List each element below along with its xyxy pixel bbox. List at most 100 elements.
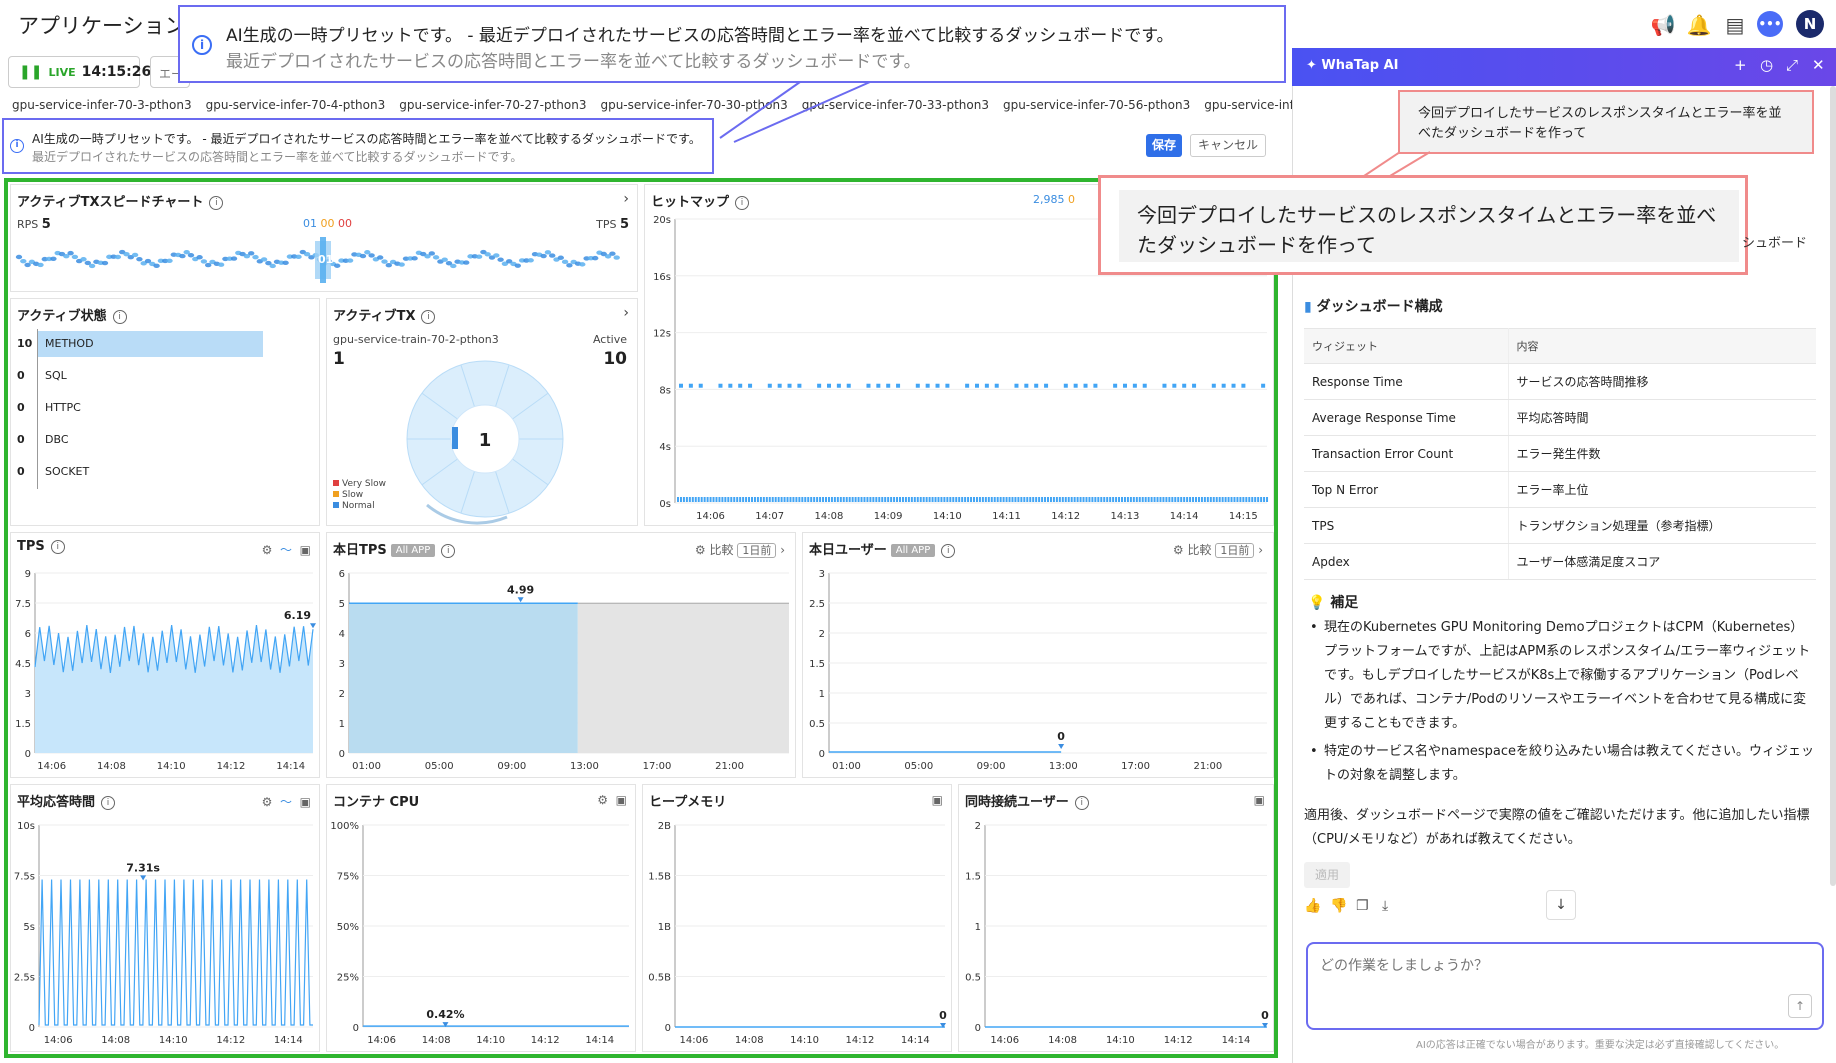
- dashboard-grid: アクティブTXスピードチャート i › RPS 5 TPS 5 01 00 00 …: [4, 178, 1278, 1058]
- send-icon[interactable]: ↑: [1788, 994, 1812, 1018]
- image-icon[interactable]: ▣: [300, 543, 311, 557]
- service-tag[interactable]: gpu-service-infer-70-27-pthon3: [399, 98, 586, 112]
- activetx-service-value: 1: [333, 349, 345, 369]
- chevron-right-icon[interactable]: ›: [623, 191, 629, 207]
- ai-scrollbar[interactable]: [1830, 86, 1836, 886]
- heatmap-cell: [792, 497, 795, 502]
- speed-dot: [368, 253, 375, 258]
- close-icon[interactable]: ✕: [1812, 56, 1825, 74]
- help-icon[interactable]: i: [441, 544, 456, 558]
- image-icon[interactable]: ▣: [932, 793, 943, 807]
- line-chart-icon[interactable]: 〜: [280, 543, 292, 557]
- thumbs-up-icon[interactable]: 👍: [1304, 898, 1321, 914]
- help-icon[interactable]: i: [50, 540, 65, 554]
- ai-panel-header: ✦ WhaTap AI + ◷ ⤢ ✕: [1292, 48, 1836, 86]
- heatmap-cell: [1008, 497, 1011, 502]
- y-tick-label: 2B: [658, 821, 671, 832]
- y-tick-label: 1: [339, 719, 345, 730]
- live-toggle[interactable]: ❚❚ LIVE 14:15:26: [8, 56, 151, 88]
- active-state-row[interactable]: 0 SOCKET: [11, 457, 321, 489]
- heatmap-cell: [1085, 497, 1088, 502]
- line-chart-icon[interactable]: 〜: [280, 795, 292, 809]
- bell-icon[interactable]: 🔔: [1686, 12, 1712, 38]
- active-state-row[interactable]: 0 HTTPC: [11, 393, 321, 425]
- avg-response-peak-label: 7.31s: [126, 861, 160, 874]
- avatar[interactable]: N: [1796, 10, 1824, 38]
- period-select[interactable]: 1日前: [1215, 543, 1255, 558]
- gear-icon[interactable]: ⚙: [262, 795, 273, 809]
- heatmap-cell: [1052, 497, 1055, 502]
- save-button[interactable]: 保存: [1146, 134, 1182, 157]
- document-icon[interactable]: ▤: [1722, 12, 1748, 38]
- speed-dot: [463, 260, 470, 265]
- heatmap-cell: [1020, 497, 1023, 502]
- image-icon[interactable]: ▣: [1254, 793, 1265, 807]
- chevron-right-icon[interactable]: ›: [623, 305, 629, 321]
- help-icon[interactable]: i: [941, 544, 956, 558]
- image-icon[interactable]: ▣: [616, 793, 627, 807]
- x-tick-label: 14:12: [216, 1035, 245, 1046]
- heatmap-cell: [742, 497, 745, 502]
- apply-button[interactable]: 適用: [1304, 862, 1350, 888]
- help-icon[interactable]: i: [735, 196, 750, 210]
- help-icon[interactable]: i: [421, 310, 436, 324]
- speed-dot: [493, 253, 500, 258]
- chevron-right-icon[interactable]: ›: [1258, 543, 1263, 557]
- heatmap-cell: [1038, 497, 1041, 502]
- heatmap-cell: [822, 497, 825, 502]
- widget-active-tx: アクティブTX i › gpu-service-train-70-2-pthon3…: [326, 298, 638, 526]
- y-tick-label: 4: [339, 629, 345, 640]
- help-icon[interactable]: i: [101, 796, 116, 810]
- heatmap-cell: [1168, 497, 1171, 502]
- chat-input[interactable]: [1320, 958, 1800, 974]
- y-tick-label: 10s: [17, 821, 35, 832]
- help-icon[interactable]: i: [1074, 796, 1089, 810]
- help-icon[interactable]: i: [112, 310, 127, 324]
- heatmap-cell: [1215, 497, 1218, 502]
- heatmap-cell: [721, 497, 724, 502]
- active-state-row[interactable]: 0 DBC: [11, 425, 321, 457]
- thumbs-down-icon[interactable]: 👎: [1330, 898, 1347, 914]
- tps-last-label: 6.19: [284, 609, 311, 622]
- service-tag[interactable]: gpu-service-infer-70-56-pthon3: [1003, 98, 1190, 112]
- chevron-right-icon[interactable]: ›: [780, 543, 785, 557]
- heatmap-cell: [1026, 497, 1029, 502]
- speed-dot: [269, 263, 276, 269]
- live-label: LIVE: [48, 65, 76, 79]
- gear-icon[interactable]: ⚙: [695, 543, 706, 557]
- gear-icon[interactable]: ⚙: [1173, 543, 1184, 557]
- gear-icon[interactable]: ⚙: [597, 793, 608, 807]
- heatmap-cell: [688, 383, 693, 388]
- period-select[interactable]: 1日前: [737, 543, 777, 558]
- y-tick-label: 1.5: [965, 872, 981, 883]
- help-icon[interactable]: i: [209, 196, 224, 210]
- plus-icon[interactable]: +: [1734, 56, 1747, 74]
- service-tag[interactable]: gpu-service-infer-70-4-pthon3: [206, 98, 386, 112]
- service-tag[interactable]: gpu-service-infer-70-3-pthon3: [12, 98, 192, 112]
- gear-icon[interactable]: ⚙: [262, 543, 273, 557]
- speed-dot: [67, 250, 74, 256]
- history-icon[interactable]: ◷: [1760, 56, 1773, 74]
- chat-icon[interactable]: •••: [1757, 11, 1783, 37]
- active-state-row[interactable]: 0 SQL: [11, 361, 321, 393]
- app-tag: All APP: [390, 544, 436, 557]
- megaphone-icon[interactable]: 📢: [1650, 12, 1676, 38]
- widget-active-tx-speed: アクティブTXスピードチャート i › RPS 5 TPS 5 01 00 00 …: [10, 184, 638, 292]
- heatmap-cell: [753, 497, 756, 502]
- heatmap-cell: [727, 497, 730, 502]
- heatmap-cell: [768, 497, 771, 502]
- copy-icon[interactable]: ❐: [1356, 898, 1369, 914]
- active-state-row[interactable]: 10 METHOD: [11, 329, 321, 361]
- x-tick-label: 14:12: [1164, 1035, 1193, 1046]
- y-tick-label: 1.5: [15, 719, 31, 730]
- cancel-button[interactable]: キャンセル: [1190, 134, 1266, 157]
- scroll-down-button[interactable]: ↓: [1546, 890, 1576, 920]
- state-label: DBC: [45, 433, 69, 446]
- speed-dot: [497, 257, 504, 262]
- image-icon[interactable]: ▣: [300, 795, 311, 809]
- download-icon[interactable]: ⤓: [1382, 898, 1388, 914]
- y-tick-label: 25%: [337, 973, 359, 984]
- heatmap-cell: [940, 497, 943, 502]
- activetx-legend: Very Slow Slow Normal: [333, 479, 386, 512]
- expand-icon[interactable]: ⤢: [1786, 56, 1798, 74]
